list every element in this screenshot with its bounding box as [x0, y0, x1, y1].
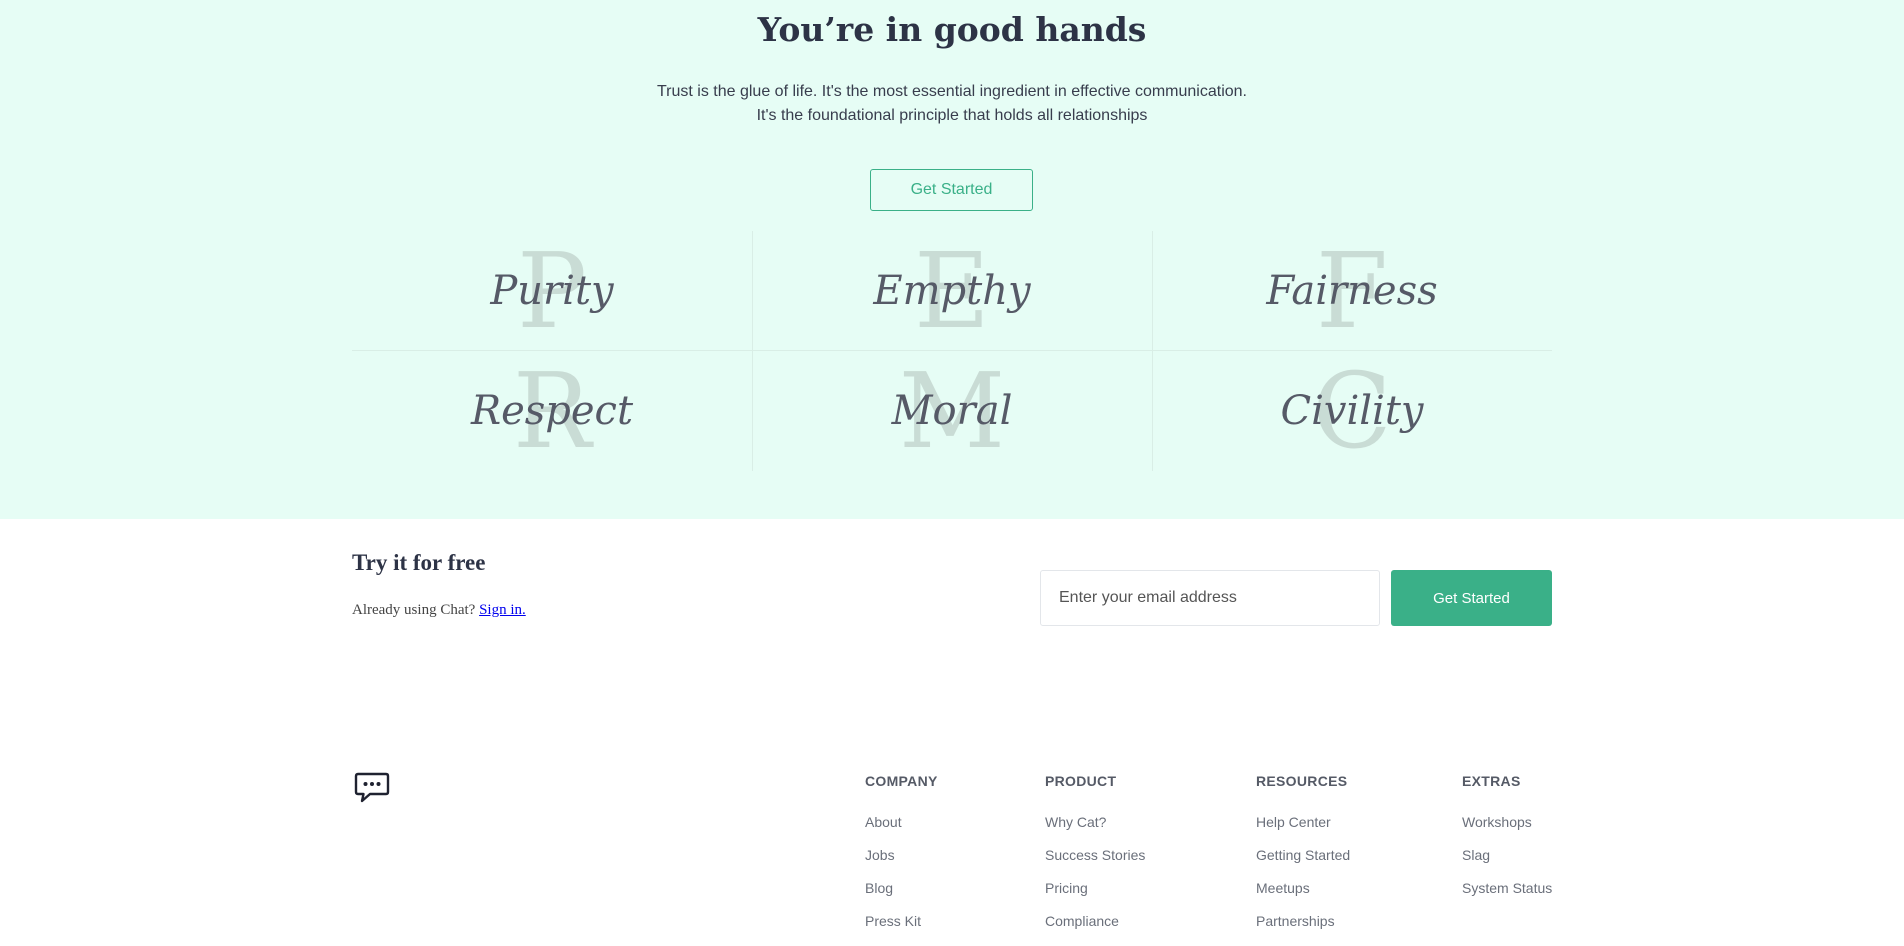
footer-link-why-cat[interactable]: Why Cat?	[1045, 814, 1145, 830]
value-word: Civility	[1280, 388, 1424, 434]
footer-link-press-kit[interactable]: Press Kit	[865, 913, 938, 929]
footer-link-getting-started[interactable]: Getting Started	[1256, 847, 1350, 863]
hero-description-line-2: It's the foundational principle that hol…	[756, 107, 1148, 124]
footer-link-slag[interactable]: Slag	[1462, 847, 1552, 863]
footer-heading: COMPANY	[865, 773, 938, 789]
chat-bubble-icon[interactable]	[354, 772, 390, 804]
value-card-empthy: E Empthy	[752, 231, 1152, 351]
value-card-respect: R Respect	[352, 351, 752, 471]
footer-column-resources: RESOURCES Help Center Getting Started Me…	[1256, 773, 1350, 946]
sign-in-link[interactable]: Sign in.	[479, 602, 526, 618]
footer-link-compliance[interactable]: Compliance	[1045, 913, 1145, 929]
value-word: Empthy	[873, 268, 1031, 314]
signup-get-started-button[interactable]: Get Started	[1391, 570, 1552, 626]
footer-link-success-stories[interactable]: Success Stories	[1045, 847, 1145, 863]
footer-link-about[interactable]: About	[865, 814, 938, 830]
footer-link-system-status[interactable]: System Status	[1462, 880, 1552, 896]
footer-link-blog[interactable]: Blog	[865, 880, 938, 896]
footer-column-extras: EXTRAS Workshops Slag System Status	[1462, 773, 1552, 913]
value-card-fairness: F Fairness	[1152, 231, 1552, 351]
value-word: Respect	[470, 388, 634, 434]
footer-column-product: PRODUCT Why Cat? Success Stories Pricing…	[1045, 773, 1145, 946]
value-card-civility: C Civility	[1152, 351, 1552, 471]
value-word: Moral	[891, 388, 1013, 434]
values-grid: P Purity E Empthy F Fairness R Respect M…	[352, 231, 1552, 471]
value-word: Purity	[490, 268, 614, 314]
footer-column-company: COMPANY About Jobs Blog Press Kit	[865, 773, 938, 946]
hero-description: Trust is the glue of life. It's the most…	[0, 80, 1904, 128]
footer-link-pricing[interactable]: Pricing	[1045, 880, 1145, 896]
email-input[interactable]	[1040, 570, 1380, 626]
hero-title: You’re in good hands	[757, 10, 1147, 49]
footer-heading: RESOURCES	[1256, 773, 1348, 789]
footer-heading: PRODUCT	[1045, 773, 1117, 789]
footer-link-meetups[interactable]: Meetups	[1256, 880, 1350, 896]
value-word: Fairness	[1266, 268, 1438, 314]
value-card-moral: M Moral	[752, 351, 1152, 471]
signup-title: Try it for free	[352, 550, 486, 575]
footer-link-jobs[interactable]: Jobs	[865, 847, 938, 863]
hero-description-line-1: Trust is the glue of life. It's the most…	[656, 83, 1247, 100]
signup-subtitle-text: Already using Chat?	[352, 602, 476, 618]
footer-heading: EXTRAS	[1462, 773, 1521, 789]
hero-section: You’re in good hands Trust is the glue o…	[0, 0, 1904, 519]
value-card-purity: P Purity	[352, 231, 752, 351]
footer-link-help-center[interactable]: Help Center	[1256, 814, 1350, 830]
footer-link-workshops[interactable]: Workshops	[1462, 814, 1552, 830]
signup-subtitle: Already using Chat? Sign in.	[352, 602, 526, 619]
hero-get-started-button[interactable]: Get Started	[870, 169, 1033, 211]
footer-link-partnerships[interactable]: Partnerships	[1256, 913, 1350, 929]
